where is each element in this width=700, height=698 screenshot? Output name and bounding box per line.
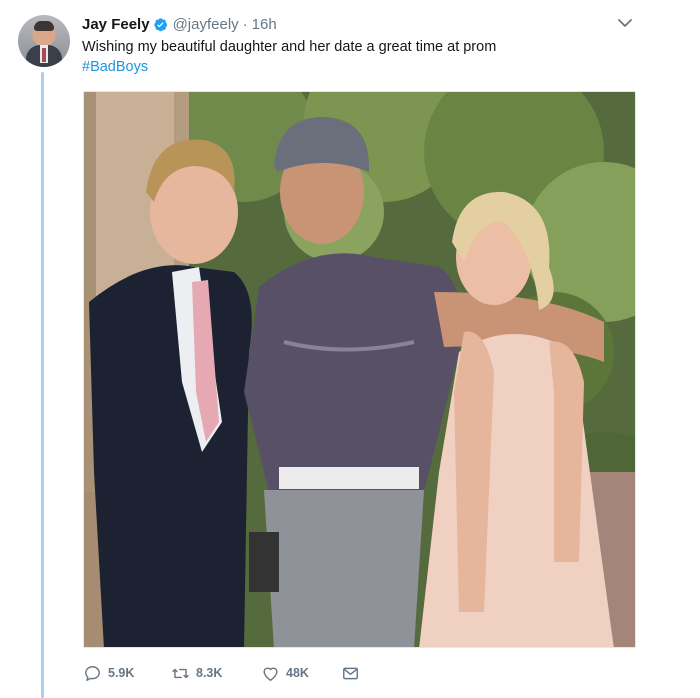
display-name[interactable]: Jay Feely (82, 16, 150, 33)
message-button[interactable] (341, 664, 360, 683)
retweet-icon (172, 668, 189, 678)
like-count: 48K (286, 666, 309, 680)
reply-button[interactable]: 5.9K (83, 664, 171, 683)
reply-count: 5.9K (108, 666, 135, 680)
handle[interactable]: @jayfeely (173, 16, 239, 33)
retweet-button[interactable]: 8.3K (171, 664, 261, 683)
retweet-count: 8.3K (196, 666, 223, 680)
tweet-text: Wishing my beautiful daughter and her da… (82, 37, 642, 77)
like-button[interactable]: 48K (261, 664, 341, 683)
tweet[interactable]: Jay Feely @jayfeely · 16h Wishing my bea… (0, 0, 700, 698)
verified-badge-icon (153, 17, 167, 31)
timestamp[interactable]: 16h (252, 16, 277, 33)
tweet-body: Wishing my beautiful daughter and her da… (82, 39, 497, 55)
photo-image (84, 92, 635, 647)
tweet-actions: 5.9K 8.3K 48K (83, 660, 360, 686)
chevron-down-icon[interactable] (616, 16, 634, 30)
hashtag-link[interactable]: #BadBoys (82, 57, 642, 77)
avatar[interactable] (18, 15, 70, 67)
tweet-photo[interactable] (83, 91, 636, 648)
tweet-header: Jay Feely @jayfeely · 16h (82, 14, 277, 34)
like-icon (263, 667, 278, 681)
reply-icon (85, 665, 100, 681)
separator: · (242, 15, 248, 33)
message-icon (343, 667, 358, 679)
thread-line (41, 72, 44, 698)
